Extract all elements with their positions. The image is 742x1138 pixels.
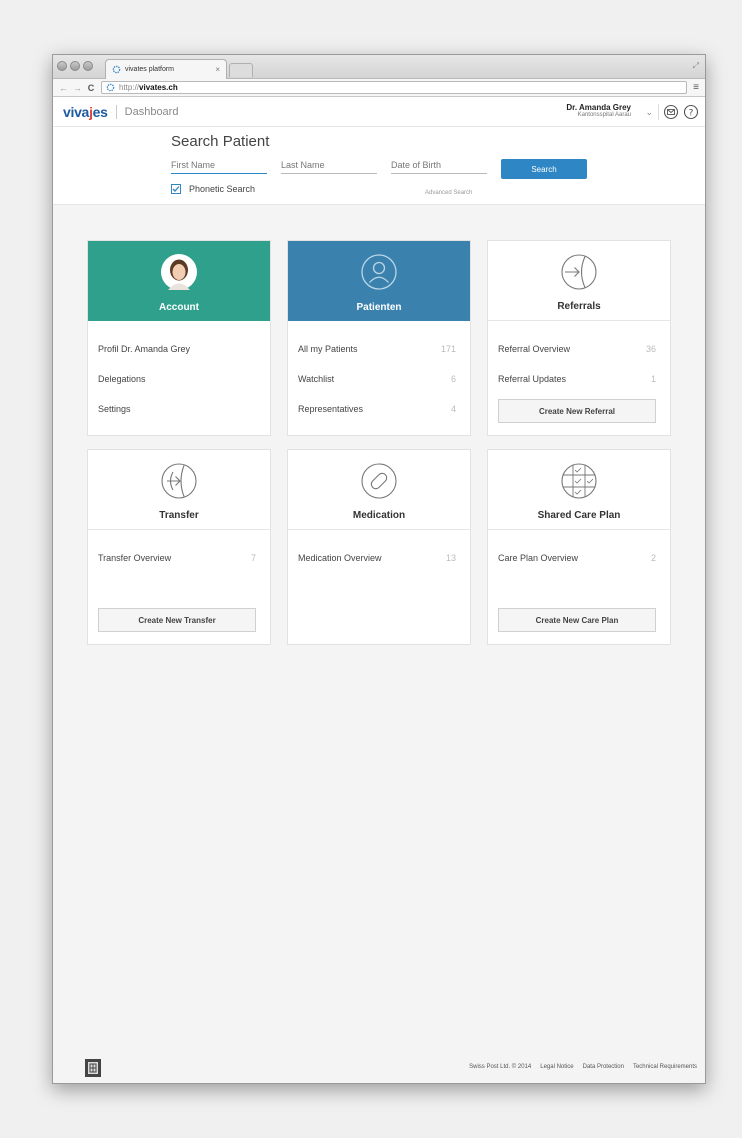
- referral-arrow-icon: [561, 254, 597, 290]
- care-plan-card: Shared Care Plan Care Plan Overview 2 Cr…: [487, 449, 671, 645]
- swiss-post-logo: [85, 1059, 101, 1077]
- transfer-card-header[interactable]: Transfer: [88, 450, 270, 530]
- care-plan-card-header[interactable]: Shared Care Plan: [488, 450, 670, 530]
- fullscreen-icon[interactable]: ⤢: [693, 61, 699, 71]
- checklist-grid-icon: [561, 463, 597, 499]
- minimize-window-button[interactable]: [70, 61, 80, 71]
- new-tab-button[interactable]: [229, 63, 253, 77]
- referrals-card-header[interactable]: Referrals: [488, 241, 670, 321]
- url-protocol: http://: [119, 83, 140, 92]
- count-badge: 6: [450, 374, 456, 384]
- tab-bar: vivates platform × ⤢: [53, 55, 705, 79]
- first-name-input[interactable]: First Name: [171, 158, 267, 174]
- list-item[interactable]: Medication Overview 13: [298, 553, 456, 563]
- address-bar[interactable]: http:// vivates.ch: [101, 81, 688, 94]
- count-badge: 171: [440, 344, 456, 354]
- person-icon: [361, 254, 397, 290]
- list-item[interactable]: Referral Overview 36: [498, 344, 656, 354]
- list-item[interactable]: Profil Dr. Amanda Grey: [98, 344, 256, 354]
- transfer-arrow-icon: [161, 463, 197, 499]
- count-badge: 7: [250, 553, 256, 563]
- search-button[interactable]: Search: [501, 159, 587, 179]
- list-item[interactable]: Settings: [98, 404, 256, 414]
- date-of-birth-input[interactable]: Date of Birth: [391, 158, 487, 174]
- footer: Swiss Post Ltd. © 2014 Legal Notice Data…: [469, 1064, 697, 1070]
- user-name: Dr. Amanda Grey: [566, 103, 631, 112]
- page-title: Dashboard: [124, 105, 179, 118]
- medication-card-header[interactable]: Medication: [288, 450, 470, 530]
- user-organization: Kantonsspital Aarau: [577, 112, 631, 118]
- advanced-search-link[interactable]: Advanced Search: [425, 190, 472, 196]
- last-name-input[interactable]: Last Name: [281, 158, 377, 174]
- search-patient-panel: Search Patient First Name Last Name Date…: [53, 127, 705, 205]
- window-controls: [57, 61, 93, 71]
- count-badge: 2: [650, 553, 656, 563]
- list-item[interactable]: Representatives 4: [298, 404, 456, 414]
- create-new-care-plan-button[interactable]: Create New Care Plan: [498, 608, 656, 632]
- technical-requirements-link[interactable]: Technical Requirements: [633, 1064, 697, 1070]
- account-card: Account Profil Dr. Amanda Grey Delegatio…: [87, 240, 271, 436]
- patients-card-header[interactable]: Patienten: [288, 241, 470, 321]
- account-card-title: Account: [159, 302, 199, 313]
- site-favicon-icon: [106, 83, 115, 92]
- data-protection-link[interactable]: Data Protection: [583, 1064, 624, 1070]
- navigation-bar: ← → C http:// vivates.ch ≡: [53, 79, 705, 97]
- tab-title: vivates platform: [125, 66, 175, 73]
- svg-text:?: ?: [689, 108, 694, 118]
- count-badge: 13: [445, 553, 456, 563]
- checkmark-icon: [172, 186, 180, 192]
- list-item[interactable]: Referral Updates 1: [498, 374, 656, 384]
- create-new-transfer-button[interactable]: Create New Transfer: [98, 608, 256, 632]
- medication-card: Medication Medication Overview 13: [287, 449, 471, 645]
- header-separator: [658, 104, 659, 120]
- list-item[interactable]: Watchlist 6: [298, 374, 456, 384]
- browser-menu-icon[interactable]: ≡: [693, 82, 699, 93]
- messages-icon[interactable]: [663, 104, 679, 120]
- browser-tab[interactable]: vivates platform ×: [105, 59, 227, 79]
- browser-window: vivates platform × ⤢ ← → C http:// vivat…: [52, 54, 706, 1084]
- transfer-card: Transfer Transfer Overview 7 Create New …: [87, 449, 271, 645]
- phonetic-search-checkbox[interactable]: [171, 184, 181, 194]
- user-avatar-photo: [161, 254, 197, 290]
- user-menu[interactable]: Dr. Amanda Grey Kantonsspital Aarau: [566, 103, 631, 118]
- count-badge: 36: [645, 344, 656, 354]
- chevron-down-icon[interactable]: ⌄: [645, 107, 653, 118]
- list-item[interactable]: All my Patients 171: [298, 344, 456, 354]
- referrals-card-title: Referrals: [557, 301, 601, 312]
- footer-copyright: Swiss Post Ltd. © 2014: [469, 1064, 532, 1070]
- pill-icon: [361, 463, 397, 499]
- url-host: vivates.ch: [139, 83, 178, 92]
- create-new-referral-button[interactable]: Create New Referral: [498, 399, 656, 423]
- header-divider: [115, 104, 117, 119]
- reload-icon[interactable]: C: [87, 83, 95, 93]
- forward-arrow-icon[interactable]: →: [73, 83, 82, 93]
- referrals-card: Referrals Referral Overview 36 Referral …: [487, 240, 671, 436]
- count-badge: 1: [650, 374, 656, 384]
- count-badge: 4: [450, 404, 456, 414]
- medication-card-title: Medication: [352, 510, 406, 521]
- account-card-header[interactable]: Account: [88, 241, 270, 321]
- help-icon[interactable]: ?: [683, 104, 699, 120]
- phonetic-search-toggle[interactable]: Phonetic Search: [171, 184, 255, 194]
- zoom-window-button[interactable]: [83, 61, 93, 71]
- patients-card: Patienten All my Patients 171 Watchlist …: [287, 240, 471, 436]
- legal-notice-link[interactable]: Legal Notice: [540, 1064, 573, 1070]
- patients-card-title: Patienten: [356, 302, 402, 313]
- list-item[interactable]: Transfer Overview 7: [98, 553, 256, 563]
- back-arrow-icon[interactable]: ←: [59, 83, 68, 93]
- care-plan-card-title: Shared Care Plan: [537, 510, 621, 521]
- transfer-card-title: Transfer: [159, 510, 199, 521]
- search-title: Search Patient: [171, 133, 270, 150]
- list-item[interactable]: Care Plan Overview 2: [498, 553, 656, 563]
- list-item[interactable]: Delegations: [98, 374, 256, 384]
- close-window-button[interactable]: [57, 61, 67, 71]
- tab-close-icon[interactable]: ×: [215, 65, 220, 74]
- vivates-favicon-icon: [112, 65, 121, 74]
- app-header: vivajes Dashboard Dr. Amanda Grey Kanton…: [53, 97, 705, 127]
- phonetic-search-label: Phonetic Search: [189, 184, 256, 194]
- vivates-logo[interactable]: vivajes: [63, 104, 108, 120]
